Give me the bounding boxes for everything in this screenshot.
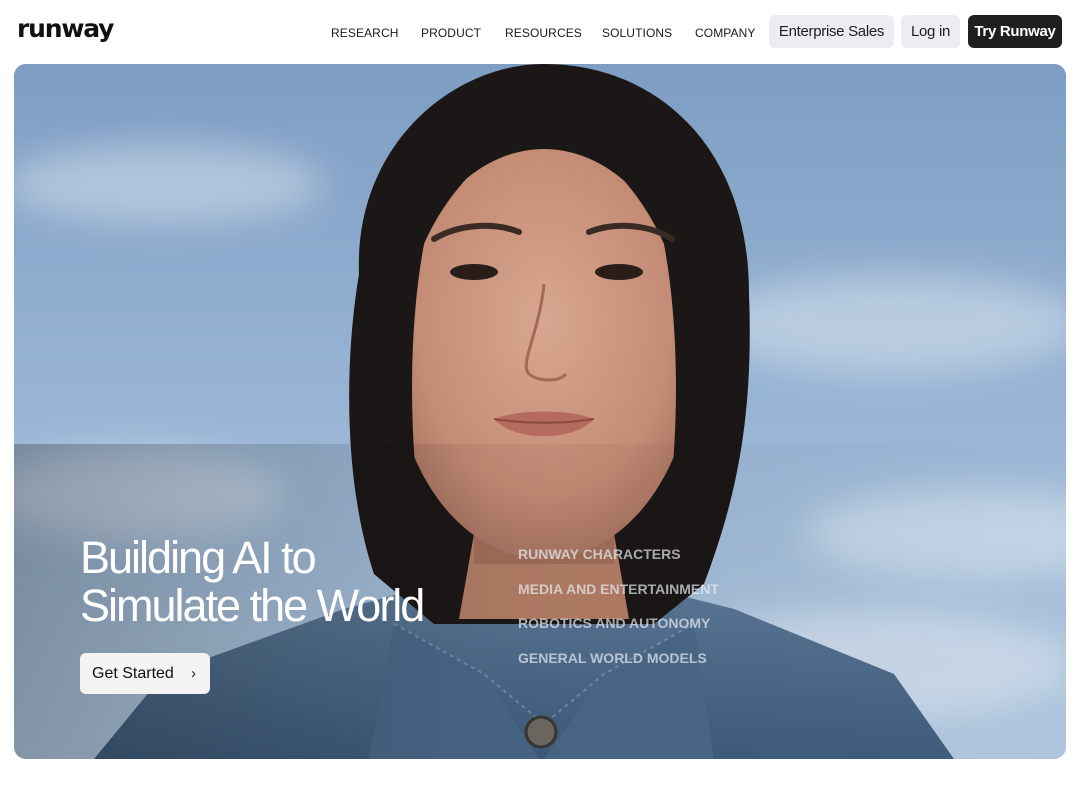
try-runway-button[interactable]: Try Runway xyxy=(968,15,1062,48)
hero-section: Building AI to Simulate the World Get St… xyxy=(14,64,1066,759)
hero-headline-line1: Building AI to xyxy=(80,532,317,583)
nav-company[interactable]: COMPANY xyxy=(695,26,755,40)
get-started-label: Get Started xyxy=(92,665,174,682)
enterprise-sales-button[interactable]: Enterprise Sales xyxy=(769,15,894,48)
nav-resources[interactable]: RESOURCES xyxy=(505,26,582,40)
category-link-media-entertainment[interactable]: MEDIA AND ENTERTAINMENT xyxy=(518,581,719,597)
hero-headline: Building AI to Simulate the World xyxy=(80,534,520,630)
nav-research[interactable]: RESEARCH xyxy=(331,26,398,40)
runway-logo[interactable]: runway xyxy=(17,11,114,47)
nav-solutions[interactable]: SOLUTIONS xyxy=(602,26,672,40)
category-link-general-world-models[interactable]: GENERAL WORLD MODELS xyxy=(518,650,707,666)
login-button[interactable]: Log in xyxy=(901,15,960,48)
nav-product[interactable]: PRODUCT xyxy=(421,26,481,40)
category-link-robotics-autonomy[interactable]: ROBOTICS AND AUTONOMY xyxy=(518,615,710,631)
category-link-runway-characters[interactable]: RUNWAY CHARACTERS xyxy=(518,546,681,562)
chevron-right-icon: › xyxy=(191,665,196,682)
hero-headline-line2: Simulate the World xyxy=(80,580,425,631)
get-started-button[interactable]: Get Started › xyxy=(80,653,210,694)
site-header: runway RESEARCH PRODUCT RESOURCES SOLUTI… xyxy=(0,0,1080,64)
